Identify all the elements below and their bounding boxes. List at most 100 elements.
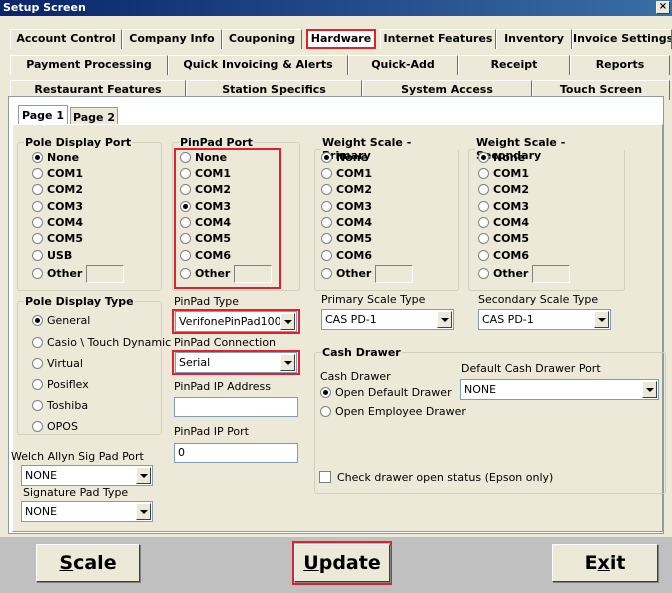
- radio-icon: [478, 268, 489, 279]
- signature-pad-type-dropdown[interactable]: NONE: [21, 501, 153, 522]
- pinpad-port-other-radio[interactable]: Other: [180, 265, 273, 283]
- chevron-down-icon[interactable]: [437, 311, 452, 328]
- welch-allyn-dropdown[interactable]: NONE: [21, 465, 153, 486]
- pole-type-general-radio[interactable]: General: [32, 314, 90, 329]
- weight-secondary-none-radio[interactable]: None: [478, 151, 525, 166]
- weight-primary-com3-radio[interactable]: COM3: [321, 200, 372, 215]
- pinpad-type-label: PinPad Type: [174, 295, 240, 308]
- weight-secondary-com1-radio[interactable]: COM1: [478, 167, 529, 182]
- chevron-down-icon[interactable]: [594, 311, 609, 328]
- radio-icon: [32, 233, 43, 244]
- pinpad-port-com3-radio[interactable]: COM3: [180, 200, 231, 215]
- tab-invoice-settings[interactable]: Invoice Settings: [572, 29, 672, 49]
- radio-icon: [180, 233, 191, 244]
- radio-icon: [478, 233, 489, 244]
- pole-type-casio-radio[interactable]: Casio \ Touch Dynamic: [32, 336, 171, 351]
- weight-secondary-com5-radio[interactable]: COM5: [478, 232, 529, 247]
- weight-secondary-com6-radio[interactable]: COM6: [478, 249, 529, 264]
- pinpad-connection-dropdown[interactable]: Serial: [175, 352, 297, 373]
- weight-primary-com4-radio[interactable]: COM4: [321, 216, 372, 231]
- scale-button[interactable]: Scale: [36, 544, 140, 582]
- tab-quick-add[interactable]: Quick-Add: [348, 55, 458, 75]
- chevron-down-icon[interactable]: [642, 381, 657, 398]
- chevron-down-icon[interactable]: [280, 313, 295, 330]
- weight-primary-com2-radio[interactable]: COM2: [321, 183, 372, 198]
- default-drawer-port-dropdown[interactable]: NONE: [460, 379, 659, 400]
- pole-port-com2-radio[interactable]: COM2: [32, 183, 83, 198]
- pinpad-port-com5-radio[interactable]: COM5: [180, 232, 231, 247]
- chevron-down-icon[interactable]: [136, 503, 151, 520]
- pole-type-posiflex-radio[interactable]: Posiflex: [32, 378, 89, 393]
- chevron-down-icon[interactable]: [136, 467, 151, 484]
- pinpad-type-dropdown[interactable]: VerifonePinPad1000: [175, 311, 297, 332]
- radio-icon: [32, 358, 43, 369]
- weight-secondary-other-radio[interactable]: Other: [478, 265, 571, 283]
- weight-secondary-com2-radio[interactable]: COM2: [478, 183, 529, 198]
- weight-primary-other-field[interactable]: [375, 265, 414, 283]
- radio-icon: [32, 379, 43, 390]
- open-employee-drawer-radio[interactable]: Open Employee Drawer: [320, 405, 466, 420]
- check-drawer-status-checkbox[interactable]: Check drawer open status (Epson only): [319, 471, 553, 484]
- pole-type-toshiba-radio[interactable]: Toshiba: [32, 399, 88, 414]
- exit-button[interactable]: Exit: [552, 544, 658, 582]
- weight-primary-none-radio[interactable]: None: [321, 151, 368, 166]
- tab-internet-features[interactable]: Internet Features: [380, 29, 496, 49]
- weight-secondary-other-field[interactable]: [532, 265, 571, 283]
- tab-couponing[interactable]: Couponing: [222, 29, 302, 49]
- weight-primary-com5-radio[interactable]: COM5: [321, 232, 372, 247]
- radio-icon: [32, 250, 43, 261]
- weight-primary-com6-radio[interactable]: COM6: [321, 249, 372, 264]
- default-drawer-port-label: Default Cash Drawer Port: [461, 362, 601, 375]
- radio-icon: [321, 233, 332, 244]
- weight-primary-other-radio[interactable]: Other: [321, 265, 414, 283]
- radio-icon: [32, 201, 43, 212]
- pinpad-port-field[interactable]: 0: [174, 443, 298, 463]
- pole-port-com4-radio[interactable]: COM4: [32, 216, 83, 231]
- pinpad-port-com1-radio[interactable]: COM1: [180, 167, 231, 182]
- pole-port-other-radio[interactable]: Other: [32, 265, 125, 283]
- pole-port-com5-radio[interactable]: COM5: [32, 232, 83, 247]
- pole-type-opos-radio[interactable]: OPOS: [32, 420, 78, 435]
- tab-payment-processing[interactable]: Payment Processing: [10, 55, 168, 75]
- pole-port-other-field[interactable]: [86, 265, 125, 283]
- tab-account-control[interactable]: Account Control: [10, 29, 122, 49]
- pinpad-port-com2-radio[interactable]: COM2: [180, 183, 231, 198]
- weight-secondary-com4-radio[interactable]: COM4: [478, 216, 529, 231]
- radio-icon: [320, 406, 331, 417]
- pole-port-com1-radio[interactable]: COM1: [32, 167, 83, 182]
- pole-port-com3-radio[interactable]: COM3: [32, 200, 83, 215]
- pinpad-port-other-field[interactable]: [234, 265, 273, 283]
- radio-icon: [180, 217, 191, 228]
- tab-receipt[interactable]: Receipt: [458, 55, 570, 75]
- radio-icon: [321, 217, 332, 228]
- tab-inventory[interactable]: Inventory: [496, 29, 572, 49]
- radio-selected-icon: [321, 152, 332, 163]
- pinpad-connection-label: PinPad Connection: [174, 336, 277, 349]
- weight-primary-com1-radio[interactable]: COM1: [321, 167, 372, 182]
- secondary-scale-type-label: Secondary Scale Type: [478, 293, 599, 306]
- pinpad-port-none-radio[interactable]: None: [180, 151, 227, 166]
- tab-hardware[interactable]: Hardware: [306, 29, 376, 49]
- tab-reports[interactable]: Reports: [570, 55, 670, 75]
- radio-icon: [180, 152, 191, 163]
- radio-icon: [478, 201, 489, 212]
- pinpad-ip-field[interactable]: [174, 397, 298, 417]
- weight-secondary-com3-radio[interactable]: COM3: [478, 200, 529, 215]
- close-icon[interactable]: ×: [656, 1, 670, 14]
- chevron-down-icon[interactable]: [280, 354, 295, 371]
- tab-company-info[interactable]: Company Info: [122, 29, 222, 49]
- tab-quick-invoicing-alerts[interactable]: Quick Invoicing & Alerts: [168, 55, 348, 75]
- update-button[interactable]: Update: [294, 544, 390, 582]
- radio-icon: [32, 400, 43, 411]
- radio-selected-icon: [180, 201, 191, 212]
- secondary-scale-type-dropdown[interactable]: CAS PD-1: [478, 309, 611, 330]
- pole-type-virtual-radio[interactable]: Virtual: [32, 357, 83, 372]
- pinpad-port-com4-radio[interactable]: COM4: [180, 216, 231, 231]
- pole-port-none-radio[interactable]: None: [32, 151, 79, 166]
- radio-icon: [321, 201, 332, 212]
- open-default-drawer-radio[interactable]: Open Default Drawer: [320, 386, 452, 401]
- pinpad-port-com6-radio[interactable]: COM6: [180, 249, 231, 264]
- primary-scale-type-dropdown[interactable]: CAS PD-1: [321, 309, 454, 330]
- pole-port-usb-radio[interactable]: USB: [32, 249, 72, 264]
- primary-scale-type-label: Primary Scale Type: [321, 293, 426, 306]
